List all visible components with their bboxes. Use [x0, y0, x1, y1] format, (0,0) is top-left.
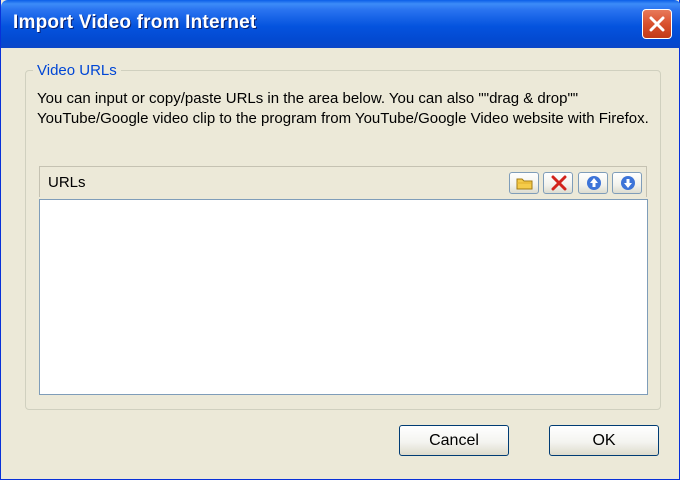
cancel-button[interactable]: Cancel: [399, 425, 509, 456]
description-text: You can input or copy/paste URLs in the …: [37, 90, 649, 127]
close-icon: [649, 16, 665, 32]
move-up-button[interactable]: [578, 172, 608, 194]
group-label: Video URLs: [33, 62, 121, 79]
urls-label: URLs: [48, 174, 86, 191]
import-video-dialog: Import Video from Internet Video URLs Yo…: [0, 0, 680, 480]
window-title: Import Video from Internet: [13, 12, 257, 33]
delete-button[interactable]: [543, 172, 573, 194]
move-down-button[interactable]: [612, 172, 642, 194]
arrow-down-icon: [621, 176, 635, 190]
urls-textarea[interactable]: [39, 199, 648, 395]
arrow-up-icon: [587, 176, 601, 190]
close-button[interactable]: [642, 9, 672, 39]
title-bar[interactable]: Import Video from Internet: [1, 0, 680, 48]
folder-icon: [516, 178, 533, 190]
urls-header: URLs: [39, 166, 647, 197]
red-x-icon: [551, 175, 567, 191]
open-folder-button[interactable]: [509, 172, 539, 194]
ok-button[interactable]: OK: [549, 425, 659, 456]
